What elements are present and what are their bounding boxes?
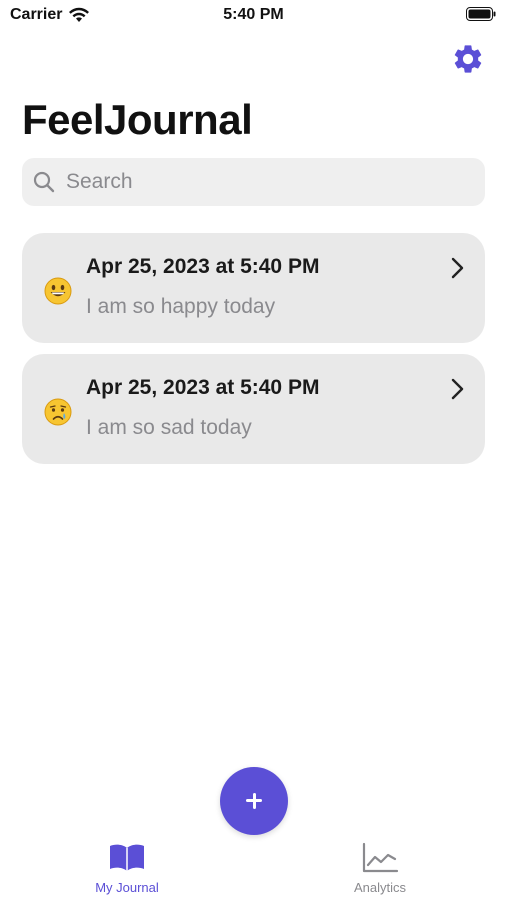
tab-label: Analytics <box>353 880 407 895</box>
page-title: FeelJournal <box>22 96 253 143</box>
tab-my-journal[interactable]: My Journal <box>62 842 192 900</box>
book-icon <box>110 844 144 871</box>
gear-icon[interactable] <box>451 42 485 76</box>
search-input[interactable] <box>64 169 468 195</box>
entry-note: I am so happy today <box>86 295 276 318</box>
add-entry-button[interactable] <box>220 767 288 835</box>
search-bar[interactable] <box>22 158 485 206</box>
status-bar: Carrier 5:40 PM <box>0 0 507 32</box>
journal-entry[interactable]: Apr 25, 2023 at 5:40 PM I am so sad toda… <box>22 354 485 464</box>
crying-face-icon <box>44 398 72 426</box>
status-time: 5:40 PM <box>223 6 284 23</box>
journal-entry[interactable]: Apr 25, 2023 at 5:40 PM I am so happy to… <box>22 233 485 343</box>
chevron-right-icon <box>451 378 464 400</box>
entry-date: Apr 25, 2023 at 5:40 PM <box>86 376 320 399</box>
grinning-face-icon <box>44 277 72 305</box>
battery-icon <box>466 7 496 21</box>
entry-note: I am so sad today <box>86 416 252 439</box>
chart-icon <box>362 842 399 873</box>
tab-label: My Journal <box>95 880 159 895</box>
tab-analytics[interactable]: Analytics <box>315 842 445 900</box>
entry-date: Apr 25, 2023 at 5:40 PM <box>86 255 320 278</box>
chevron-right-icon <box>451 257 464 279</box>
search-icon <box>33 171 55 193</box>
